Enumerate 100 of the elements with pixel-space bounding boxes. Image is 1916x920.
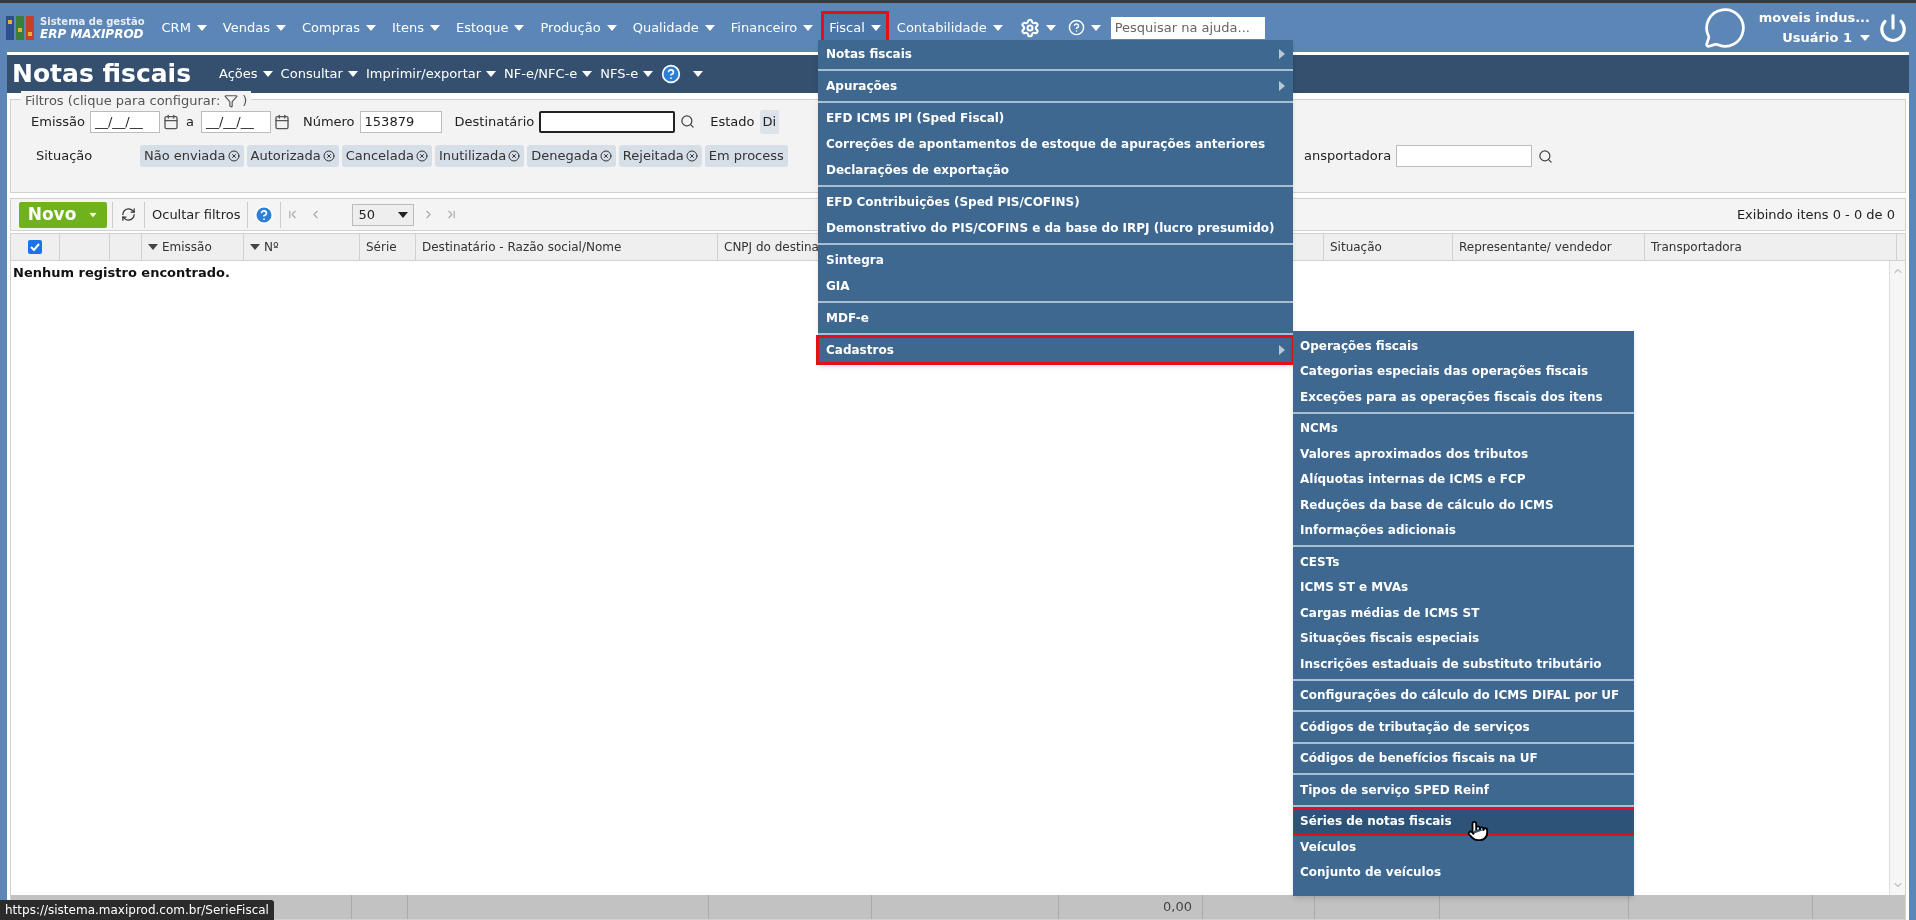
page-size-select[interactable]: 50 [352,203,415,226]
caret-icon [148,244,158,250]
menu-item[interactable]: Códigos de benefícios fiscais na UF [1293,745,1634,771]
carrier-field[interactable] [1396,145,1533,167]
menu-item[interactable]: Exceções para as operações fiscais dos itens [1293,384,1634,410]
menu-item[interactable]: Situações fiscais especiais [1293,625,1634,651]
menu-item[interactable]: Demonstrativo do PIS/COFINS e da base do IRPJ (lucro presumido) [818,215,1293,241]
status-tag[interactable]: Em process [704,145,788,167]
chat-icon[interactable] [1702,5,1747,50]
nav-menu-item[interactable]: Itens [387,13,445,42]
status-tag[interactable]: Inutilizada [434,145,525,167]
total-cell: 0,00 [1059,895,1203,919]
search-icon[interactable] [680,114,696,129]
nav-menu-item[interactable]: Contabilidade [891,13,1008,42]
filters-legend[interactable]: Filtros (clique para configurar: [25,91,221,111]
menu-item[interactable]: Notas fiscais [818,41,1293,67]
page-menu-item[interactable]: Consultar [280,64,358,84]
nav-menu-item[interactable]: Compras [296,13,381,42]
column-header[interactable]: Situação [1324,234,1453,260]
user-menu[interactable]: Usuário 1 [1782,27,1870,48]
menu-item[interactable]: MDF-e [818,305,1293,331]
status-tag[interactable]: Autorizada [246,145,339,167]
status-tag[interactable]: Não enviada [140,145,244,167]
column-header[interactable]: Série [360,234,416,260]
menu-item[interactable]: Valores aproximados dos tributos [1293,441,1634,467]
menu-item[interactable]: CESTs [1293,549,1634,575]
menu-item[interactable]: Categorias especiais das operações fiscais [1293,358,1634,384]
menu-item[interactable]: GIA [818,273,1293,299]
remove-icon[interactable] [685,150,698,162]
field-label: Número [302,112,355,131]
remove-icon[interactable] [508,150,521,162]
help-icon[interactable] [254,204,275,225]
select-all-checkbox[interactable] [28,240,42,254]
remove-icon[interactable] [415,150,428,162]
menu-item[interactable]: Apurações [818,73,1293,99]
remove-icon[interactable] [599,150,612,162]
status-tag[interactable]: Rejeitada [618,145,702,167]
menu-item[interactable]: Inscrições estaduais de substituto tributário [1293,651,1634,677]
menu-item[interactable]: Alíquotas internas de ICMS e FCP [1293,466,1634,492]
column-header[interactable]: Emissão [142,234,244,260]
caret-icon [803,24,814,31]
logo-title: ERP MAXIPROD [40,27,145,40]
help-icon[interactable] [661,64,682,84]
page-menu-item[interactable]: Ações [219,64,273,84]
menu-item[interactable]: EFD ICMS IPI (Sped Fiscal) [818,105,1293,131]
date-field[interactable]: __/__/__ [89,110,160,133]
column-header[interactable]: Representante/ vendedor [1453,234,1645,260]
hide-filters-button[interactable]: Ocultar filtros [145,204,248,225]
calendar-icon[interactable] [162,113,179,130]
date-field[interactable]: __/__/__ [200,110,271,133]
column-header[interactable]: Destinatário - Razão social/Nome [416,234,718,260]
menu-item[interactable]: Operações fiscais [1293,333,1634,359]
menu-item[interactable]: Sintegra [818,247,1293,273]
menu-item[interactable]: EFD Contribuições (Sped PIS/COFINS) [818,189,1293,215]
menu-item[interactable]: Códigos de tributação de serviços [1293,714,1634,740]
calendar-icon[interactable] [273,113,290,130]
help-icon[interactable] [1067,19,1085,36]
status-tag[interactable]: Denegada [527,145,616,167]
nav-menu-item[interactable]: Vendas [217,13,291,42]
page-menu-item[interactable]: NFS-e [600,64,654,84]
menu-item[interactable]: Informações adicionais [1293,517,1634,543]
column-header[interactable]: Transportadora [1645,234,1897,260]
refresh-icon[interactable] [121,207,136,222]
menu-item[interactable]: Declarações de exportação [818,157,1293,183]
menu-item[interactable]: Correções de apontamentos de estoque de apurações anteriores [818,131,1293,157]
power-icon[interactable] [1878,12,1908,43]
status-tag[interactable]: Cancelada [341,145,432,167]
menu-item[interactable]: Séries de notas fiscais [1293,808,1634,834]
logo-subtitle: Sistema de gestão [40,15,145,28]
nav-menu-item[interactable]: Qualidade [627,13,720,42]
help-search-field[interactable]: Pesquisar na ajuda... [1110,16,1265,39]
menu-item[interactable]: Cargas médias de ICMS ST [1293,600,1634,626]
search-icon[interactable] [1538,148,1554,164]
remove-icon[interactable] [322,150,335,162]
settings-icon[interactable] [1019,17,1040,38]
number-field[interactable]: 153879 [359,110,442,133]
menu-item[interactable]: Cadastros [818,337,1293,363]
field-label: Destinatário [454,112,535,131]
remove-icon[interactable] [227,150,240,162]
menu-item[interactable]: NCMs [1293,415,1634,441]
column-header[interactable]: Nº [244,234,360,260]
menu-item[interactable]: Veículos [1293,834,1634,860]
recipient-field[interactable] [539,110,676,133]
page-menu-item[interactable]: NF-e/NFC-e [504,64,593,84]
nav-menu-item[interactable]: Fiscal [824,13,886,42]
state-select[interactable]: Di [759,109,780,134]
nav-menu-item[interactable]: Financeiro [725,13,819,42]
menu-item[interactable]: Tipos de serviço SPED Reinf [1293,777,1634,803]
menu-item[interactable]: Conjunto de veículos [1293,859,1634,885]
field-label: Estado [710,112,755,131]
filter-icon[interactable] [224,93,239,108]
nav-menu-item[interactable]: Estoque [450,13,530,42]
menu-item[interactable]: ICMS ST e MVAs [1293,574,1634,600]
menu-item[interactable]: Configurações do cálculo do ICMS DIFAL por UF [1293,682,1634,708]
field-label: ansportadora [1304,147,1392,166]
logo-icon [6,13,36,42]
menu-item[interactable]: Reduções da base de cálculo do ICMS [1293,492,1634,518]
nav-menu-item[interactable]: CRM [156,13,212,42]
page-menu-item[interactable]: Imprimir/exportar [365,64,497,84]
nav-menu-item[interactable]: Produção [535,13,622,42]
